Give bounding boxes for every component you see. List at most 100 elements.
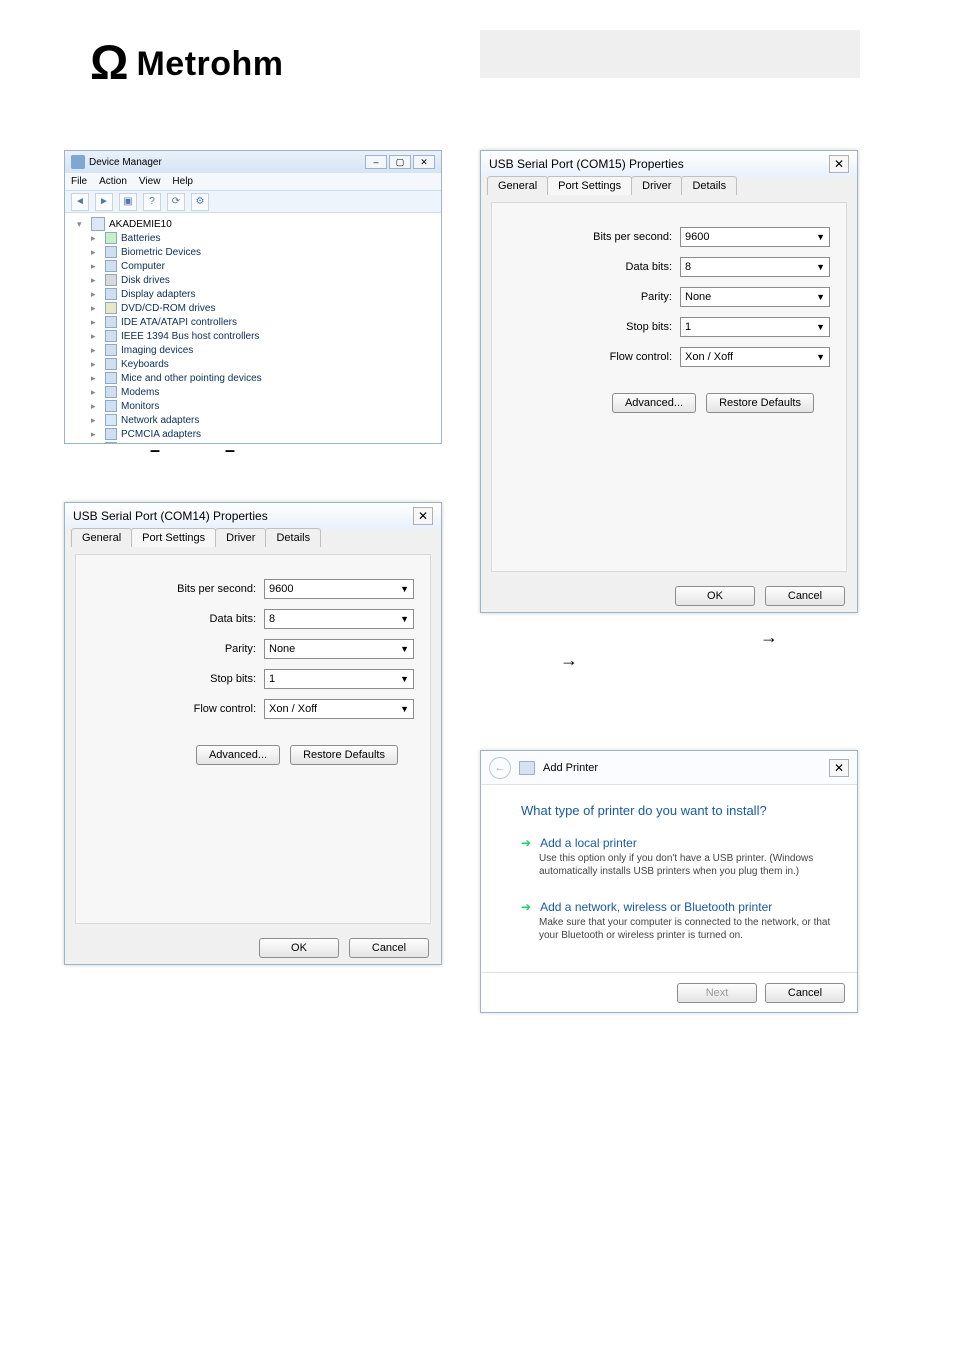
data-combo[interactable]: 8▼ — [264, 609, 414, 629]
close-button[interactable]: ✕ — [413, 507, 433, 525]
tree-item[interactable]: Display adapters — [121, 289, 195, 300]
restore-defaults-button[interactable]: Restore Defaults — [706, 393, 814, 413]
tabstrip: General Port Settings Driver Details — [487, 176, 863, 195]
advanced-button[interactable]: Advanced... — [196, 745, 280, 765]
stop-label: Stop bits: — [210, 673, 256, 685]
cancel-button[interactable]: Cancel — [765, 586, 845, 606]
minimize-button[interactable]: – — [365, 155, 387, 169]
parity-combo[interactable]: None▼ — [680, 287, 830, 307]
advanced-button[interactable]: Advanced... — [612, 393, 696, 413]
tree-item[interactable]: IDE ATA/ATAPI controllers — [121, 317, 237, 328]
wizard-question: What type of printer do you want to inst… — [521, 803, 833, 818]
computer-cat-icon — [105, 260, 117, 272]
tab-port-settings[interactable]: Port Settings — [131, 528, 216, 547]
ok-button[interactable]: OK — [259, 938, 339, 958]
toolbar-scan-icon[interactable]: ⚙ — [191, 193, 209, 211]
network-icon — [105, 414, 117, 426]
tab-driver[interactable]: Driver — [631, 176, 682, 195]
tree-item[interactable]: Mice and other pointing devices — [121, 373, 262, 384]
omega-icon: Ω — [90, 40, 128, 88]
devmgr-titlebar: Device Manager – ▢ ✕ — [65, 151, 441, 173]
bits-combo[interactable]: 9600▼ — [680, 227, 830, 247]
tab-panel: Bits per second:9600▼ Data bits:8▼ Parit… — [491, 202, 847, 572]
devmgr-tree[interactable]: ▾AKADEMIE10 ▸Batteries ▸Biometric Device… — [65, 213, 441, 443]
disk-icon — [105, 274, 117, 286]
toolbar-back-icon[interactable]: ◄ — [71, 193, 89, 211]
tree-item[interactable]: Disk drives — [121, 275, 170, 286]
tree-item[interactable]: PCMCIA adapters — [121, 429, 201, 440]
toolbar-fwd-icon[interactable]: ► — [95, 193, 113, 211]
tab-general[interactable]: General — [487, 176, 548, 195]
menu-help[interactable]: Help — [172, 176, 193, 187]
wizard-footer: Next Cancel — [481, 972, 857, 1012]
option-title: Add a local printer — [540, 836, 637, 850]
header-grey-block — [480, 30, 860, 78]
menu-view[interactable]: View — [139, 176, 161, 187]
chevron-down-icon: ▼ — [400, 614, 409, 624]
tree-item[interactable]: Batteries — [121, 233, 160, 244]
data-label: Data bits: — [210, 613, 256, 625]
tree-item[interactable]: Imaging devices — [121, 345, 193, 356]
tree-item-ports[interactable]: Ports (COM & LPT) — [121, 443, 208, 444]
close-button[interactable]: ✕ — [829, 759, 849, 777]
mouse-icon — [105, 372, 117, 384]
close-button[interactable]: ✕ — [829, 155, 849, 173]
tree-item[interactable]: Modems — [121, 387, 159, 398]
tree-item[interactable]: Computer — [121, 261, 165, 272]
tree-item[interactable]: DVD/CD-ROM drives — [121, 303, 215, 314]
option-network-printer[interactable]: ➔ Add a network, wireless or Bluetooth p… — [521, 900, 833, 942]
option-local-printer[interactable]: ➔ Add a local printer Use this option on… — [521, 836, 833, 878]
wizard-header: ← Add Printer ✕ — [481, 751, 857, 785]
printer-icon — [519, 761, 535, 775]
tab-general[interactable]: General — [71, 528, 132, 547]
data-combo[interactable]: 8▼ — [680, 257, 830, 277]
devmgr-toolbar: ◄ ► ▣ ? ⟳ ⚙ — [65, 191, 441, 213]
devmgr-title: Device Manager — [89, 157, 162, 168]
arrow-right-icon: ➔ — [521, 836, 531, 850]
parity-combo[interactable]: None▼ — [264, 639, 414, 659]
tab-details[interactable]: Details — [681, 176, 737, 195]
arrow-right-icon: ➔ — [521, 900, 531, 914]
menu-action[interactable]: Action — [99, 176, 127, 187]
stop-combo[interactable]: 1▼ — [680, 317, 830, 337]
tab-details[interactable]: Details — [265, 528, 321, 547]
ok-button[interactable]: OK — [675, 586, 755, 606]
restore-defaults-button[interactable]: Restore Defaults — [290, 745, 398, 765]
bits-combo[interactable]: 9600▼ — [264, 579, 414, 599]
toolbar-refresh-icon[interactable]: ⟳ — [167, 193, 185, 211]
close-button[interactable]: ✕ — [413, 155, 435, 169]
tree-item[interactable]: Monitors — [121, 401, 159, 412]
ports-icon — [105, 442, 117, 443]
tab-port-settings[interactable]: Port Settings — [547, 176, 632, 195]
tab-driver[interactable]: Driver — [215, 528, 266, 547]
arrow-right-icon: → — [560, 650, 578, 671]
option-title: Add a network, wireless or Bluetooth pri… — [540, 900, 772, 914]
stop-combo[interactable]: 1▼ — [264, 669, 414, 689]
maximize-button[interactable]: ▢ — [389, 155, 411, 169]
chevron-down-icon: ▼ — [400, 704, 409, 714]
back-button[interactable]: ← — [489, 757, 511, 779]
chevron-down-icon: ▼ — [400, 584, 409, 594]
computer-icon — [91, 217, 105, 231]
menu-file[interactable]: File — [71, 176, 87, 187]
dash-separator: – — [225, 440, 235, 461]
toolbar-help-icon[interactable]: ? — [143, 193, 161, 211]
cancel-button[interactable]: Cancel — [765, 983, 845, 1003]
ieee-icon — [105, 330, 117, 342]
chevron-down-icon: ▼ — [816, 322, 825, 332]
dvd-icon — [105, 302, 117, 314]
tree-item[interactable]: IEEE 1394 Bus host controllers — [121, 331, 259, 342]
tree-item[interactable]: Network adapters — [121, 415, 199, 426]
devmgr-app-icon — [71, 155, 85, 169]
tree-item[interactable]: Biometric Devices — [121, 247, 201, 258]
flow-combo[interactable]: Xon / Xoff▼ — [680, 347, 830, 367]
chevron-down-icon: ▼ — [816, 262, 825, 272]
cancel-button[interactable]: Cancel — [349, 938, 429, 958]
chevron-down-icon: ▼ — [400, 644, 409, 654]
flow-combo[interactable]: Xon / Xoff▼ — [264, 699, 414, 719]
flow-label: Flow control: — [194, 703, 256, 715]
toolbar-up-icon[interactable]: ▣ — [119, 193, 137, 211]
device-manager-window: Device Manager – ▢ ✕ File Action View He… — [64, 150, 442, 444]
tree-root[interactable]: AKADEMIE10 — [109, 219, 172, 230]
tree-item[interactable]: Keyboards — [121, 359, 169, 370]
